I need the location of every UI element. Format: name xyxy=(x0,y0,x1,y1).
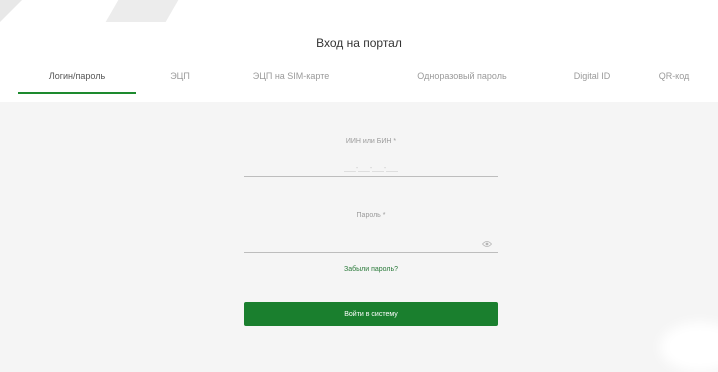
password-field-label: Пароль * xyxy=(356,212,386,219)
login-method-tabs: Логин/пароль ЭЦП ЭЦП на SIM-карте Однора… xyxy=(0,66,718,94)
page-title: Вход на портал xyxy=(316,36,402,50)
eye-icon[interactable] xyxy=(482,240,492,248)
header-area: Вход на портал Логин/пароль ЭЦП ЭЦП на S… xyxy=(0,0,718,102)
slash-decoration xyxy=(105,0,179,22)
login-field-label: ИИН или БИН * xyxy=(345,138,397,145)
tab-qr-code[interactable]: QR-код xyxy=(652,66,696,92)
glow-decoration xyxy=(660,322,718,372)
tab-one-time-password[interactable]: Одноразовый пароль xyxy=(392,66,532,92)
forgot-password-link[interactable]: Забыли пароль? xyxy=(244,266,498,273)
corner-decoration xyxy=(0,0,22,22)
login-input[interactable] xyxy=(244,160,498,177)
password-input[interactable] xyxy=(244,236,498,253)
tab-eds-sim[interactable]: ЭЦП на SIM-карте xyxy=(236,66,346,92)
tab-eds[interactable]: ЭЦП xyxy=(160,66,200,92)
tab-login-password[interactable]: Логин/пароль xyxy=(18,66,136,94)
tab-digital-id[interactable]: Digital ID xyxy=(556,66,628,92)
login-button[interactable]: Войти в систему xyxy=(244,302,498,326)
